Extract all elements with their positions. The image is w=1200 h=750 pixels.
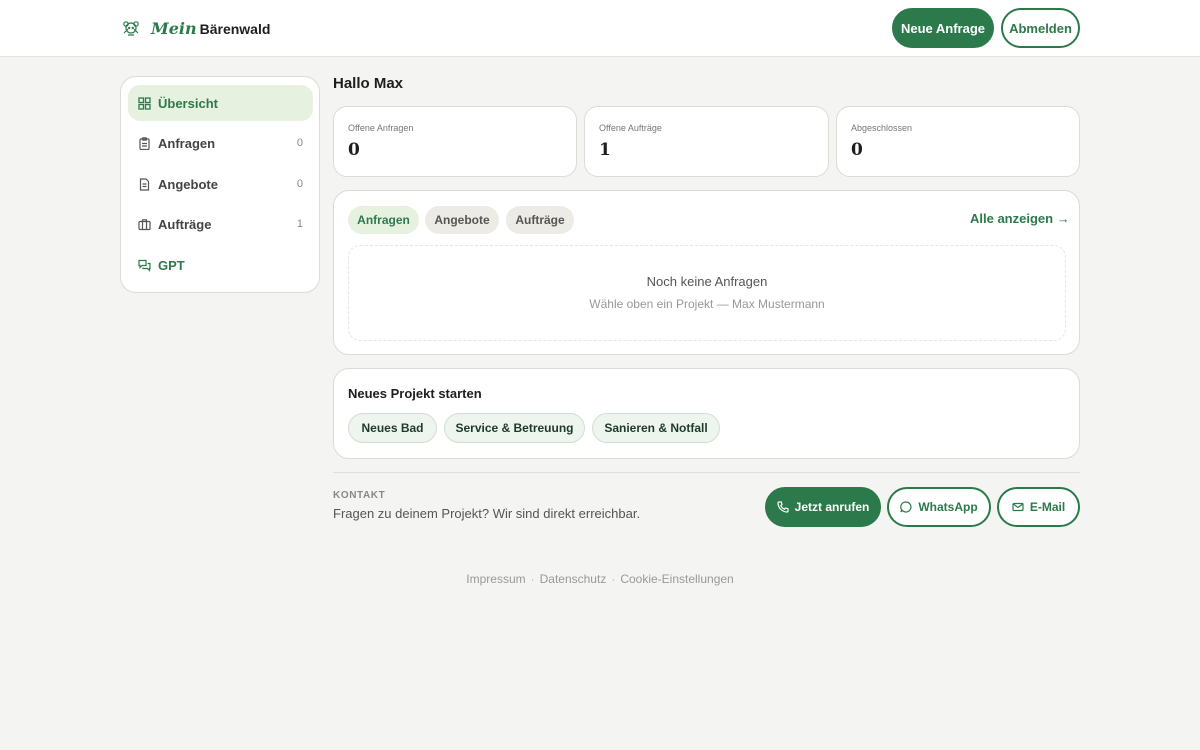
stat-card-open-requests: Offene Anfragen 0 — [333, 106, 577, 177]
logo[interactable]: Mein Bärenwald — [121, 17, 270, 39]
call-now-button[interactable]: Jetzt anrufen — [765, 487, 881, 527]
logout-button[interactable]: Abmelden — [1001, 8, 1080, 48]
stat-label: Abgeschlossen — [851, 123, 913, 133]
tab-requests[interactable]: Anfragen — [348, 206, 419, 234]
new-request-button[interactable]: Neue Anfrage — [892, 8, 994, 48]
chat-icon — [138, 259, 151, 272]
bear-logo-icon — [121, 19, 141, 37]
contact-label: KONTAKT — [333, 490, 386, 501]
stat-label: Offene Aufträge — [599, 123, 662, 133]
phone-icon — [777, 501, 789, 513]
email-label: E-Mail — [1029, 500, 1066, 514]
mail-icon — [1012, 502, 1024, 512]
sidebar: Übersicht Anfragen 0 Angebote 0 Aufträge… — [120, 76, 320, 293]
logo-wordmark: Mein Bärenwald — [151, 19, 270, 38]
chip-service[interactable]: Service & Betreuung — [444, 413, 585, 443]
logo-brand: Bärenwald — [199, 20, 271, 37]
logo-mein: Mein — [151, 18, 197, 38]
footer: Impressum · Datenschutz · Cookie-Einstellung… — [0, 572, 1200, 586]
empty-state-title: Noch keine Anfragen — [646, 274, 768, 289]
sidebar-item-offers[interactable]: Angebote 0 — [128, 166, 313, 202]
new-project-title: Neues Projekt starten — [348, 386, 482, 401]
footer-link-privacy[interactable]: Datenschutz — [540, 572, 607, 586]
empty-state: Noch keine Anfragen Wähle oben ein Proje… — [348, 245, 1066, 341]
sidebar-item-count: 1 — [296, 218, 303, 230]
grid-icon — [138, 96, 151, 110]
show-all-link[interactable]: Alle anzeigen → — [970, 211, 1070, 226]
sidebar-item-label: GPT — [158, 257, 185, 273]
email-button[interactable]: E-Mail — [997, 487, 1080, 527]
contact-text: Fragen zu deinem Projekt? Wir sind direk… — [333, 506, 641, 521]
footer-separator: · — [530, 572, 535, 586]
stat-value: 0 — [851, 140, 863, 160]
divider — [333, 472, 1080, 473]
sidebar-item-label: Angebote — [158, 176, 218, 192]
sidebar-item-count: 0 — [296, 178, 303, 190]
clipboard-icon — [138, 136, 151, 150]
tab-orders[interactable]: Aufträge — [506, 206, 574, 234]
sidebar-item-gpt[interactable]: GPT — [128, 247, 313, 283]
sidebar-item-label: Übersicht — [158, 95, 218, 111]
page-greeting: Hallo Max — [333, 75, 404, 92]
sidebar-item-label: Aufträge — [158, 216, 212, 232]
whatsapp-icon — [900, 501, 912, 513]
call-now-label: Jetzt anrufen — [794, 500, 870, 514]
sidebar-item-count: 0 — [296, 137, 303, 149]
sidebar-item-orders[interactable]: Aufträge 1 — [128, 206, 313, 242]
new-project-panel: Neues Projekt starten Neues Bad Service … — [333, 368, 1080, 459]
footer-link-imprint[interactable]: Impressum — [466, 572, 525, 586]
top-header: Mein Bärenwald Neue Anfrage Abmelden — [0, 0, 1200, 57]
stat-card-completed: Abgeschlossen 0 — [836, 106, 1080, 177]
briefcase-icon — [138, 218, 151, 231]
chip-new-bath[interactable]: Neues Bad — [348, 413, 437, 443]
chip-renovate-emergency[interactable]: Sanieren & Notfall — [592, 413, 720, 443]
sidebar-item-requests[interactable]: Anfragen 0 — [128, 125, 313, 161]
stat-value: 1 — [599, 140, 611, 160]
footer-separator: · — [611, 572, 616, 586]
stat-label: Offene Anfragen — [348, 123, 414, 133]
stat-value: 0 — [348, 140, 360, 160]
whatsapp-label: WhatsApp — [918, 500, 978, 514]
footer-link-cookies[interactable]: Cookie-Einstellungen — [620, 572, 733, 586]
stat-card-open-orders: Offene Aufträge 1 — [584, 106, 829, 177]
whatsapp-button[interactable]: WhatsApp — [887, 487, 991, 527]
sidebar-item-label: Anfragen — [158, 135, 216, 151]
document-icon — [138, 177, 151, 191]
tab-offers[interactable]: Angebote — [425, 206, 499, 234]
sidebar-item-overview[interactable]: Übersicht — [128, 85, 313, 121]
requests-panel: Anfragen Angebote Aufträge Alle anzeigen… — [333, 190, 1080, 355]
empty-state-subtitle: Wähle oben ein Projekt — Max Mustermann — [589, 297, 825, 311]
